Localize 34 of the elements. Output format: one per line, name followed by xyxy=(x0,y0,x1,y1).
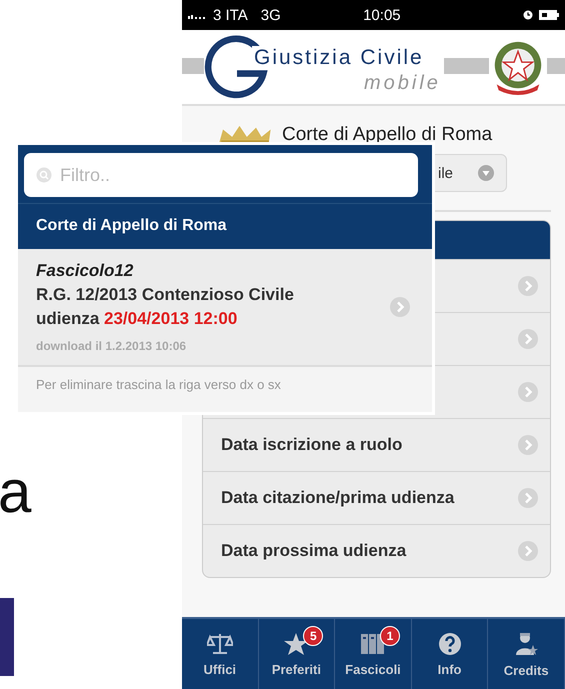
download-date: download il 1.2.2013 10:06 xyxy=(36,339,188,353)
list-row[interactable]: Data prossima udienza xyxy=(203,524,550,577)
network-text: 3G xyxy=(260,6,281,24)
search-field[interactable]: Filtro.. xyxy=(24,153,418,197)
clock-text: 10:05 xyxy=(363,6,401,24)
slide-text: a xyxy=(0,462,32,522)
dropdown-caret-icon xyxy=(478,165,494,181)
chevron-icon xyxy=(518,541,538,561)
battery-icon xyxy=(538,10,559,20)
chevron-icon xyxy=(518,329,538,349)
list-header: Corte di Appello di Roma xyxy=(18,203,432,249)
help-icon xyxy=(438,632,462,656)
file-title: Fascicolo12 xyxy=(36,261,134,281)
logo-subtitle: mobile xyxy=(364,72,441,95)
office-title: Corte di Appello di Roma xyxy=(282,124,492,146)
file-row[interactable]: Fascicolo12 R.G. 12/2013 Contenzioso Civile udienza 23/04/2013 12:00 download il 1.2.2013 10:06 xyxy=(18,249,432,367)
chevron-icon xyxy=(518,488,538,508)
chevron-icon xyxy=(518,276,538,296)
alarm-icon xyxy=(522,10,533,20)
search-icon xyxy=(36,167,52,183)
scales-icon xyxy=(206,632,233,656)
list-row[interactable]: Data iscrizione a ruolo xyxy=(203,418,550,471)
count-badge: 1 xyxy=(380,626,400,646)
hearing-line: udienza 23/04/2013 12:00 xyxy=(36,309,238,329)
folders-icon xyxy=(360,632,386,656)
list-row[interactable]: Data citazione/prima udienza xyxy=(203,471,550,524)
count-badge: 5 xyxy=(303,626,324,646)
person-icon xyxy=(514,630,538,656)
chevron-icon xyxy=(390,297,410,317)
carrier-text: 3 ITA xyxy=(213,6,248,24)
chevron-icon xyxy=(518,435,538,455)
chevron-icon xyxy=(518,382,538,402)
hint-text: Per eliminare trascina la riga verso dx o sx xyxy=(35,376,282,394)
case-number: R.G. 12/2013 Contenzioso Civile xyxy=(36,285,294,305)
